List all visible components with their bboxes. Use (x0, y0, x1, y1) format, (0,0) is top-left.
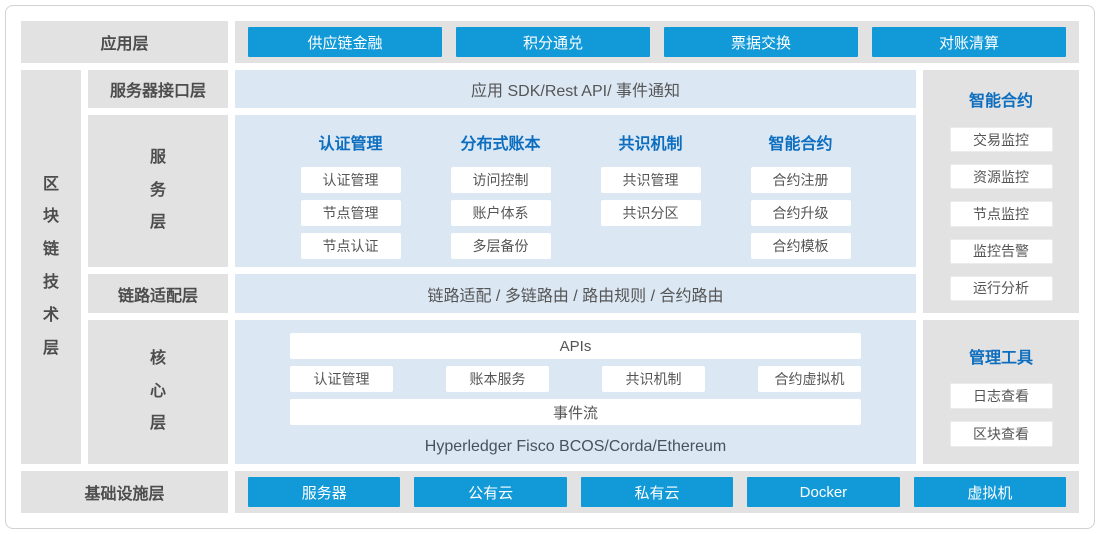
app-layer-button-strip: 供应链金融 积分通兑 票据交换 对账清算 (235, 21, 1079, 63)
service-column-consensus-title: 共识机制 (618, 130, 682, 154)
service-item: 访问控制 (451, 167, 551, 193)
core-platforms-text: Hyperledger Fisco BCOS/Corda/Ethereum (290, 438, 861, 456)
service-layer-label: 服务层 (88, 115, 228, 267)
service-column-smart-contract: 智能合约 合约注册 合约升级 合约模板 (726, 130, 876, 267)
service-item: 共识分区 (601, 200, 701, 226)
service-column-smart-contract-title: 智能合约 (768, 130, 832, 154)
app-button-supply-chain-finance: 供应链金融 (248, 27, 442, 57)
service-item: 节点管理 (301, 200, 401, 226)
service-item: 合约升级 (751, 200, 851, 226)
service-item: 账户体系 (451, 200, 551, 226)
monitor-item: 节点监控 (950, 201, 1053, 226)
service-column-ledger: 分布式账本 访问控制 账户体系 多层备份 (426, 130, 576, 267)
service-item: 共识管理 (601, 167, 701, 193)
infra-layer-button-strip: 服务器 公有云 私有云 Docker 虚拟机 (235, 471, 1079, 513)
core-layer-label: 核心层 (88, 320, 228, 464)
app-button-points-exchange: 积分通兑 (456, 27, 650, 57)
service-item: 合约注册 (751, 167, 851, 193)
infra-button-vm: 虚拟机 (914, 477, 1066, 507)
core-modules-row: 认证管理 账本服务 共识机制 合约虚拟机 (290, 366, 861, 392)
app-layer-label: 应用层 (21, 21, 228, 63)
tech-layer-label: 区块链技术层 (21, 70, 81, 464)
service-item: 多层备份 (451, 233, 551, 259)
service-item: 合约模板 (751, 233, 851, 259)
interface-layer-label: 服务器接口层 (88, 70, 228, 108)
core-module: 账本服务 (446, 366, 549, 392)
service-column-auth-title: 认证管理 (318, 130, 382, 154)
core-layer-panel: APIs 认证管理 账本服务 共识机制 合约虚拟机 事件流 Hyperledge… (235, 320, 916, 464)
infra-button-docker: Docker (747, 477, 899, 507)
infra-layer-label: 基础设施层 (21, 471, 228, 513)
link-layer-content: 链路适配 / 多链路由 / 路由规则 / 合约路由 (235, 274, 916, 313)
service-item: 节点认证 (301, 233, 401, 259)
smart-contract-monitor-panel: 智能合约 交易监控 资源监控 节点监控 监控告警 运行分析 (923, 70, 1079, 313)
service-column-consensus: 共识机制 共识管理 共识分区 (576, 130, 726, 267)
infra-button-private-cloud: 私有云 (581, 477, 733, 507)
core-layer-label-text: 核心层 (149, 343, 167, 441)
core-event-stream-bar: 事件流 (290, 399, 861, 425)
service-layer-label-text: 服务层 (149, 142, 167, 240)
tools-item: 日志查看 (950, 383, 1053, 409)
interface-layer-content: 应用 SDK/Rest API/ 事件通知 (235, 70, 916, 108)
service-column-auth: 认证管理 认证管理 节点管理 节点认证 (276, 130, 426, 267)
service-column-ledger-title: 分布式账本 (460, 130, 540, 154)
infra-button-server: 服务器 (248, 477, 400, 507)
service-layer-panel: 认证管理 认证管理 节点管理 节点认证 分布式账本 访问控制 账户体系 多层备份… (235, 115, 916, 267)
infra-button-public-cloud: 公有云 (414, 477, 566, 507)
management-tools-panel-title: 管理工具 (969, 344, 1033, 368)
monitor-item: 交易监控 (950, 127, 1053, 152)
monitor-item: 运行分析 (950, 276, 1053, 301)
management-tools-panel: 管理工具 日志查看 区块查看 (923, 320, 1079, 464)
link-layer-label: 链路适配层 (88, 274, 228, 313)
service-item: 认证管理 (301, 167, 401, 193)
app-button-reconciliation-clearing: 对账清算 (872, 27, 1066, 57)
smart-contract-panel-title: 智能合约 (969, 87, 1033, 111)
monitor-item: 监控告警 (950, 239, 1053, 264)
core-module: 认证管理 (290, 366, 393, 392)
tech-layer-label-text: 区块链技术层 (42, 169, 60, 366)
core-module: 共识机制 (602, 366, 705, 392)
core-module: 合约虚拟机 (758, 366, 861, 392)
blockchain-architecture-diagram: 应用层 供应链金融 积分通兑 票据交换 对账清算 区块链技术层 服务器接口层 应… (5, 5, 1095, 529)
core-apis-bar: APIs (290, 333, 861, 359)
monitor-item: 资源监控 (950, 164, 1053, 189)
app-button-bill-exchange: 票据交换 (664, 27, 858, 57)
tools-item: 区块查看 (950, 421, 1053, 447)
